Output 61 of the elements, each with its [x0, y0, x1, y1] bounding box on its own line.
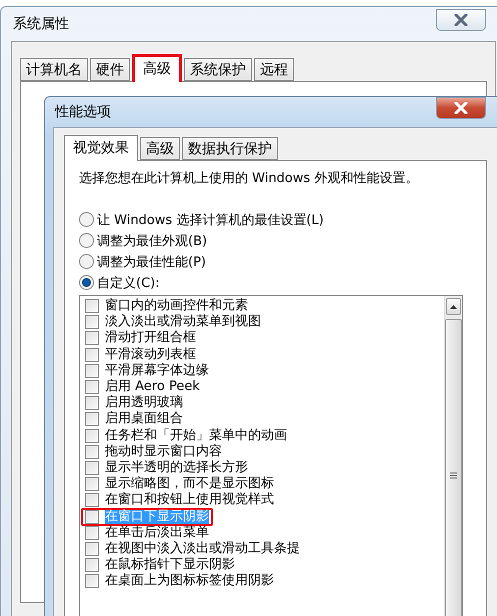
radio-label: 让 Windows 选择计算机的最佳设置(L)	[97, 212, 324, 228]
checkbox[interactable]	[85, 477, 99, 492]
checkbox-label[interactable]: 在窗口和按钮上使用视觉样式	[105, 493, 274, 508]
tab[interactable]: 硬件	[90, 58, 130, 81]
checkbox[interactable]	[85, 380, 99, 394]
checkbox-label[interactable]: 窗口内的动画控件和元素	[105, 299, 248, 314]
checkbox[interactable]	[85, 412, 99, 426]
checkbox[interactable]	[85, 460, 99, 475]
radio-button[interactable]	[79, 212, 94, 227]
checkbox-label[interactable]: 在鼠标指针下显示阴影	[105, 558, 235, 572]
radio-label: 调整为最佳性能(P)	[97, 254, 206, 270]
tab[interactable]: 计算机名	[20, 58, 88, 81]
scroll-up-button[interactable]	[446, 298, 461, 315]
checkbox-label[interactable]: 在单击后淡出菜单	[105, 526, 209, 540]
checkbox-label[interactable]: 平滑滚动列表框	[105, 348, 196, 362]
radio-label: 自定义(C):	[97, 274, 160, 292]
tab[interactable]: 高级	[132, 54, 182, 82]
checkbox[interactable]	[85, 428, 99, 443]
checkbox-label[interactable]: 滑动打开组合框	[105, 331, 196, 346]
description-text: 选择您想在此计算机上使用的 Windows 外观和性能设置。	[79, 170, 420, 187]
close-icon	[454, 102, 468, 114]
checkbox-label[interactable]: 启用桌面组合	[105, 412, 183, 426]
checkbox-label[interactable]: 显示缩略图，而不是显示图标	[105, 477, 274, 492]
checkbox[interactable]	[85, 526, 99, 540]
checkbox-label[interactable]: 在视图中淡入淡出或滑动工具条提	[105, 542, 300, 556]
window-title: 系统属性	[12, 15, 69, 33]
radio-button[interactable]	[79, 275, 94, 290]
radio-label: 调整为最佳外观(B)	[97, 232, 208, 250]
close-button[interactable]	[436, 97, 486, 119]
caret-up-icon	[450, 304, 457, 308]
checkbox[interactable]	[85, 558, 99, 572]
tab[interactable]: 高级	[140, 137, 180, 160]
radio-button[interactable]	[79, 233, 94, 248]
checkbox[interactable]	[85, 542, 99, 556]
radio-button[interactable]	[79, 254, 94, 269]
close-button[interactable]	[436, 9, 486, 31]
close-icon	[454, 14, 468, 26]
tab[interactable]: 远程	[254, 58, 294, 81]
checkbox[interactable]	[85, 331, 99, 346]
grip-icon	[450, 472, 457, 479]
checkbox[interactable]	[85, 364, 99, 378]
checkbox-label[interactable]: 在桌面上为图标标签使用阴影	[105, 574, 274, 588]
checkbox-label[interactable]: 启用透明玻璃	[105, 396, 183, 410]
checkbox[interactable]	[85, 574, 99, 588]
checkbox[interactable]	[85, 510, 99, 524]
checkbox[interactable]	[85, 396, 99, 410]
tab[interactable]: 视觉效果	[64, 135, 138, 161]
checkbox[interactable]	[85, 348, 99, 362]
checkbox[interactable]	[85, 315, 99, 330]
checkbox[interactable]	[85, 299, 99, 314]
tab[interactable]: 数据执行保护	[182, 137, 278, 160]
checkbox-label[interactable]: 平滑屏幕字体边缘	[105, 364, 209, 378]
checkbox[interactable]	[85, 493, 99, 508]
checkbox-label[interactable]: 显示半透明的选择长方形	[105, 460, 248, 475]
tab[interactable]: 系统保护	[184, 58, 252, 81]
checkbox-label[interactable]: 淡入淡出或滑动菜单到视图	[105, 315, 261, 330]
checkbox-label[interactable]: 启用 Aero Peek	[105, 380, 200, 394]
dialog-title: 性能选项	[54, 103, 111, 121]
checkbox-label[interactable]: 任务栏和「开始」菜单中的动画	[105, 428, 287, 443]
checkbox-label[interactable]: 拖动时显示窗口内容	[105, 444, 222, 459]
checkbox[interactable]	[85, 444, 99, 459]
